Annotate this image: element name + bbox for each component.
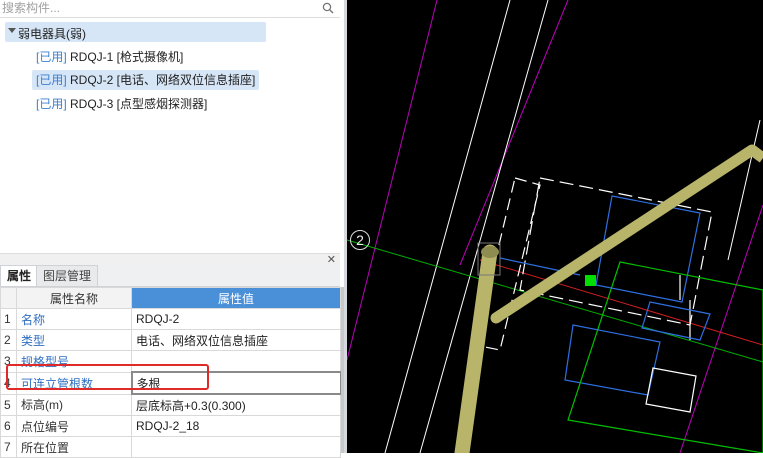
left-panel: 弱电器具(弱) [已用] RDQJ-1 [枪式摄像机] [已用] RDQJ-2 …: [0, 0, 345, 458]
tree-item-rdqj-1[interactable]: [已用] RDQJ-1 [枪式摄像机]: [32, 47, 187, 67]
green-outline: [567, 261, 763, 453]
table-row[interactable]: 1 名称 RDQJ-2: [0, 308, 341, 330]
tree-item-rdqj-3[interactable]: [已用] RDQJ-3 [点型感烟探测器]: [32, 94, 211, 114]
drawing-canvas[interactable]: [347, 0, 763, 453]
tree-item-label: RDQJ-2 [电话、网络双位信息插座]: [70, 73, 256, 87]
horizontal-pipe: [490, 144, 758, 324]
property-value[interactable]: [131, 436, 341, 458]
table-header: 属性名称 属性值: [0, 287, 341, 309]
blue-outline: [641, 301, 711, 341]
wall-line: [419, 0, 549, 453]
row-number: 2: [0, 329, 17, 351]
tree-root-label: 弱电器具(弱): [18, 27, 86, 41]
tree-item-label: RDQJ-1 [枪式摄像机]: [70, 50, 184, 64]
search-icon[interactable]: [322, 2, 334, 14]
magenta-line: [347, 0, 438, 361]
property-name: 点位编号: [16, 415, 132, 437]
axis-marker: 2: [350, 230, 370, 250]
vertical-pipe: [454, 244, 498, 453]
property-value[interactable]: RDQJ-2: [131, 308, 341, 330]
tab-properties[interactable]: 属性: [0, 265, 39, 286]
header-value: 属性值: [131, 287, 341, 309]
row-number: 7: [0, 436, 17, 458]
property-name: 名称: [16, 308, 132, 330]
header-index: [0, 287, 17, 309]
used-tag: [已用]: [36, 73, 67, 87]
row-number: 6: [0, 415, 17, 437]
property-name: 标高(m): [16, 393, 132, 416]
row-number: 1: [0, 308, 17, 330]
cad-drawing: [347, 0, 763, 453]
tree-item-label: RDQJ-3 [点型感烟探测器]: [70, 97, 208, 111]
magenta-line: [459, 0, 569, 266]
wall-line: [384, 0, 511, 453]
white-box: [645, 367, 697, 413]
highlight-annotation-box: [6, 364, 209, 390]
tab-layer-manage[interactable]: 图层管理: [36, 265, 99, 286]
property-tabs: 属性 图层管理: [0, 265, 340, 287]
green-axis-line: [347, 239, 763, 363]
property-name: 所在位置: [16, 436, 132, 458]
row-number: 5: [0, 393, 17, 416]
magenta-line: [679, 204, 763, 453]
property-name: 类型: [16, 329, 132, 351]
property-value[interactable]: 电话、网络双位信息插座: [131, 329, 341, 351]
used-tag: [已用]: [36, 50, 67, 64]
tree-root-node[interactable]: 弱电器具(弱): [5, 22, 266, 42]
property-value[interactable]: RDQJ-2_18: [131, 415, 341, 437]
grip-point: [585, 275, 596, 286]
wall-line: [727, 119, 761, 261]
caret-down-icon[interactable]: [8, 28, 16, 33]
property-value[interactable]: 层底标高+0.3(0.300): [131, 393, 341, 416]
table-row[interactable]: 2 类型 电话、网络双位信息插座: [0, 329, 341, 351]
horizontal-pipe: [748, 145, 763, 163]
pipe-end: [481, 246, 499, 258]
table-row[interactable]: 6 点位编号 RDQJ-2_18: [0, 415, 341, 437]
used-tag: [已用]: [36, 97, 67, 111]
header-name: 属性名称: [16, 287, 132, 309]
table-row[interactable]: 7 所在位置: [0, 436, 341, 458]
search-input[interactable]: [0, 0, 312, 16]
tree-item-rdqj-2[interactable]: [已用] RDQJ-2 [电话、网络双位信息插座]: [32, 70, 260, 90]
table-row[interactable]: 5 标高(m) 层底标高+0.3(0.300): [0, 393, 341, 416]
search-bar: [0, 0, 340, 18]
